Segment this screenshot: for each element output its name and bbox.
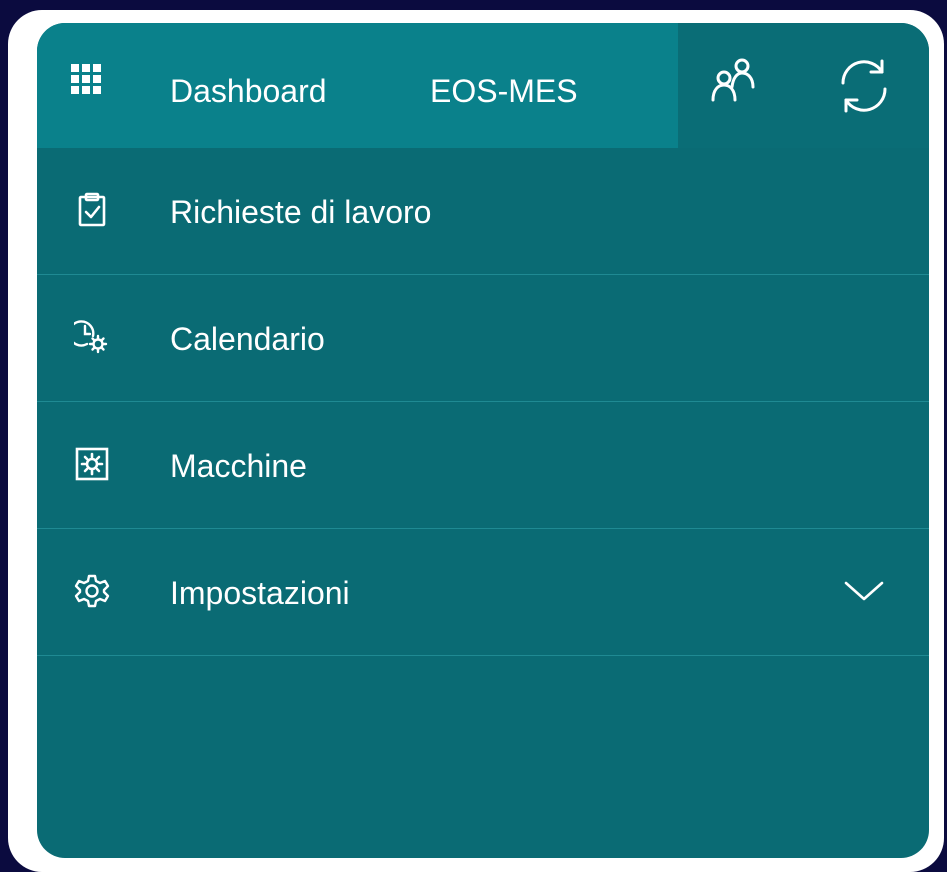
menu-item-label: Richieste di lavoro bbox=[170, 194, 432, 230]
menu-item-label: Impostazioni bbox=[170, 575, 350, 611]
navigation-panel: Dashboard EOS-MES Richieste di lavoro Ca… bbox=[37, 23, 929, 858]
menu-item-impostazioni[interactable]: Impostazioni bbox=[37, 529, 929, 656]
sync-icon[interactable] bbox=[835, 57, 893, 115]
header-main-area: Dashboard EOS-MES bbox=[37, 23, 678, 148]
machine-gear-icon bbox=[75, 447, 109, 481]
menu-item-macchine[interactable]: Macchine bbox=[37, 402, 929, 529]
dashboard-link[interactable]: Dashboard bbox=[170, 71, 327, 111]
clock-gear-icon bbox=[74, 320, 108, 354]
menu-item-label: Calendario bbox=[170, 321, 325, 357]
waffle-icon[interactable] bbox=[71, 64, 101, 94]
menu-item-richieste-di-lavoro[interactable]: Richieste di lavoro bbox=[37, 148, 929, 275]
app-name: EOS-MES bbox=[430, 73, 578, 109]
chevron-down-icon[interactable] bbox=[843, 579, 885, 603]
nav-header: Dashboard EOS-MES bbox=[37, 23, 929, 148]
clipboard-check-icon bbox=[78, 192, 106, 227]
people-icon[interactable] bbox=[710, 56, 756, 102]
nav-menu: Richieste di lavoro Calendario Macchine bbox=[37, 148, 929, 656]
menu-item-label: Macchine bbox=[170, 448, 307, 484]
menu-item-calendario[interactable]: Calendario bbox=[37, 275, 929, 402]
gear-icon bbox=[74, 574, 110, 608]
